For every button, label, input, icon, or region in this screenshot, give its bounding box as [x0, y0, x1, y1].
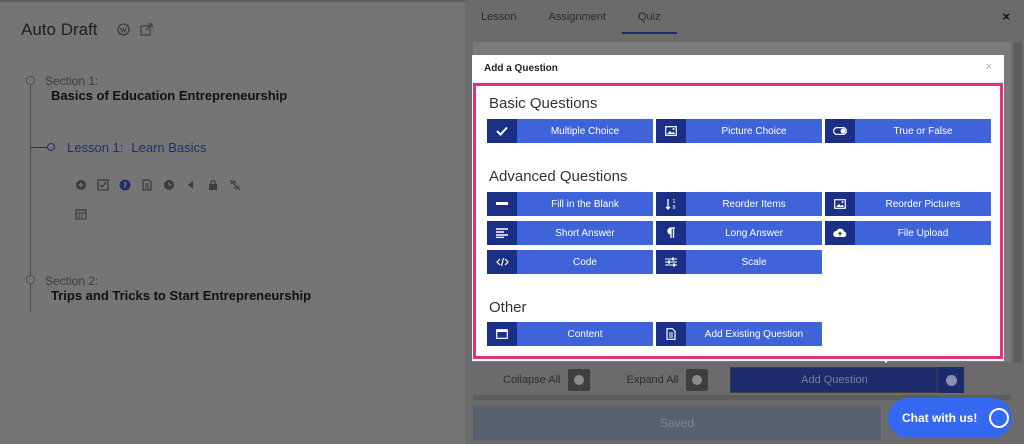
editor-tabs: Lesson Assignment Quiz — [465, 0, 677, 34]
paragraph-icon — [656, 221, 686, 245]
check-icon — [487, 119, 517, 143]
content-button[interactable]: Content — [487, 322, 653, 346]
code-button[interactable]: Code — [487, 250, 653, 274]
sliders-icon — [656, 250, 686, 274]
modal-close-icon[interactable]: × — [986, 61, 992, 73]
true-or-false-button[interactable]: True or False — [825, 119, 991, 143]
minus-icon — [487, 192, 517, 216]
basic-questions-heading: Basic Questions — [489, 95, 598, 112]
lesson-title: Learn Basics — [131, 140, 207, 155]
collapse-all-button[interactable] — [568, 369, 591, 391]
sort-numeric-icon: 19 — [656, 192, 686, 216]
question-types-panel: Basic Questions Multiple Choice Picture … — [473, 83, 1003, 359]
course-outline-panel: Auto Draft Section 1: Basics of Educatio… — [0, 0, 465, 444]
advanced-questions-heading: Advanced Questions — [489, 168, 628, 185]
minus-icon — [574, 375, 585, 385]
chat-widget-button[interactable]: Chat with us! — [888, 398, 1012, 438]
window-icon — [487, 322, 517, 346]
assignment-icon[interactable] — [97, 179, 109, 191]
chat-label: Chat with us! — [902, 411, 978, 425]
toggle-icon — [825, 119, 855, 143]
reorder-items-button[interactable]: 19 Reorder Items — [656, 192, 822, 216]
add-icon[interactable] — [75, 179, 87, 191]
external-link-icon[interactable] — [140, 23, 153, 36]
image-icon — [656, 119, 686, 143]
chat-bubble-icon — [989, 408, 1010, 428]
code-icon — [487, 250, 517, 274]
cloud-upload-icon — [825, 221, 855, 245]
unlink-icon[interactable] — [229, 179, 241, 191]
lesson-toolbar: ? — [75, 179, 241, 191]
plus-circle-icon — [945, 374, 957, 386]
svg-text:?: ? — [123, 181, 128, 190]
multiple-choice-button[interactable]: Multiple Choice — [487, 119, 653, 143]
expand-all-label[interactable]: Expand All — [626, 374, 678, 386]
plus-icon — [692, 375, 703, 385]
long-answer-button[interactable]: Long Answer — [656, 221, 822, 245]
section-2-label: Section 2: — [45, 274, 99, 288]
section-1-title[interactable]: Basics of Education Entrepreneurship — [51, 88, 287, 103]
add-question-plus-button[interactable] — [938, 367, 965, 393]
section-node-1 — [26, 76, 35, 85]
fill-in-the-blank-button[interactable]: Fill in the Blank — [487, 192, 653, 216]
lesson-node — [47, 143, 55, 151]
document-icon[interactable] — [141, 179, 153, 191]
svg-text:9: 9 — [672, 205, 675, 210]
quiz-icon[interactable]: ? — [119, 179, 131, 191]
add-question-button[interactable]: Add Question — [730, 367, 939, 393]
short-answer-button[interactable]: Short Answer — [487, 221, 653, 245]
lesson-label: Lesson 1: — [67, 140, 124, 155]
section-1-label: Section 1: — [45, 74, 99, 88]
picture-choice-button[interactable]: Picture Choice — [656, 119, 822, 143]
collapse-arrow-icon[interactable] — [185, 179, 197, 191]
course-title: Auto Draft — [21, 20, 98, 39]
image-icon — [825, 192, 855, 216]
section-node-2 — [26, 275, 35, 284]
modal-title: Add a Question — [472, 55, 1004, 83]
clock-icon[interactable] — [163, 179, 175, 191]
panel-close-icon[interactable]: × — [1002, 9, 1010, 24]
document-icon — [656, 322, 686, 346]
tab-assignment[interactable]: Assignment — [532, 0, 621, 34]
title-icons — [117, 23, 153, 36]
calendar-icon[interactable] — [75, 208, 87, 220]
align-left-icon — [487, 221, 517, 245]
tab-quiz[interactable]: Quiz — [621, 0, 677, 34]
add-question-modal: Add a Question × Basic Questions Multipl… — [472, 55, 1004, 361]
file-upload-button[interactable]: File Upload — [825, 221, 991, 245]
other-heading: Other — [489, 299, 527, 316]
add-existing-question-button[interactable]: Add Existing Question — [656, 322, 822, 346]
lock-icon[interactable] — [207, 179, 219, 191]
lesson-item[interactable]: Lesson 1: Learn Basics — [67, 140, 207, 155]
vertical-scrollbar[interactable] — [1014, 42, 1022, 362]
quiz-action-bar: Collapse All Expand All Add Question — [473, 366, 1011, 394]
scale-button[interactable]: Scale — [656, 250, 822, 274]
reorder-pictures-button[interactable]: Reorder Pictures — [825, 192, 991, 216]
lesson-connector — [31, 147, 47, 148]
expand-all-button[interactable] — [686, 369, 709, 391]
wordpress-icon[interactable] — [117, 23, 130, 36]
section-2-title[interactable]: Trips and Tricks to Start Entrepreneursh… — [51, 288, 311, 303]
saved-button[interactable]: Saved — [473, 406, 881, 440]
collapse-all-label[interactable]: Collapse All — [503, 374, 560, 386]
tab-lesson[interactable]: Lesson — [465, 0, 532, 34]
